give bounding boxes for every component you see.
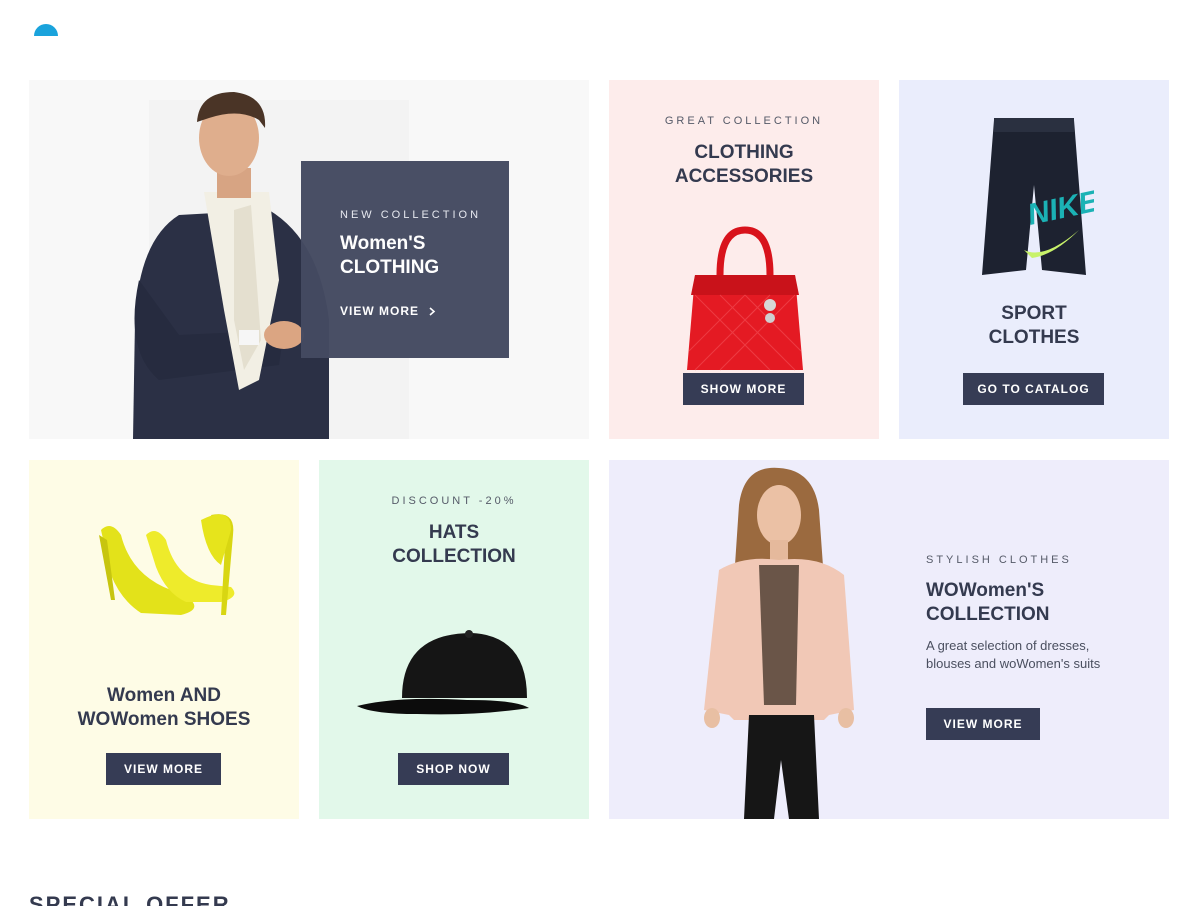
title-line-1: Women'S [340, 233, 426, 254]
card-title: HATS COLLECTION [319, 521, 589, 569]
logo-icon[interactable] [34, 24, 58, 36]
description-line-1: A great selection of dresses, [926, 638, 1090, 653]
yellow-heels-image [99, 514, 235, 615]
card-title: WOWomen'S COLLECTION [926, 579, 1156, 627]
view-more-button[interactable]: VIEW MORE [926, 708, 1040, 740]
description-line-2: blouses and woWomen's suits [926, 656, 1101, 671]
chevron-right-icon [429, 306, 436, 316]
promo-card-accessories: GREAT COLLECTION CLOTHING ACCESSORIES SH… [609, 80, 879, 439]
card-title: CLOTHING ACCESSORIES [609, 141, 879, 189]
promo-card-hats: DISCOUNT -20% HATS COLLECTION SHOP NOW [319, 460, 589, 819]
collection-text-block: STYLISH CLOTHES WOWomen'S COLLECTION A g… [926, 554, 1156, 673]
special-offer-heading: SPECIAL OFFER [29, 892, 231, 906]
promo-card-shoes: Women AND WOWomen SHOES VIEW MORE [29, 460, 299, 819]
sport-shorts-image: NIKE [982, 118, 1094, 275]
title-line-1: Women AND [107, 685, 221, 706]
view-more-label: VIEW MORE [340, 304, 420, 318]
view-more-link[interactable]: VIEW MORE [340, 304, 509, 318]
go-to-catalog-button[interactable]: GO TO CATALOG [963, 373, 1104, 405]
promo-card-womens-collection: STYLISH CLOTHES WOWomen'S COLLECTION A g… [609, 460, 1169, 819]
title-line-1: SPORT [1001, 303, 1067, 324]
eyebrow-great-collection: GREAT COLLECTION [664, 115, 824, 127]
card-title: SPORT CLOTHES [899, 302, 1169, 350]
promo-card-sport-clothes: NIKE SPORT CLOTHES GO TO CATALOG [899, 80, 1169, 439]
card-title: Women'S CLOTHING [340, 232, 509, 280]
title-line-2: ACCESSORIES [674, 166, 814, 187]
card-title: Women AND WOWomen SHOES [29, 684, 299, 732]
eyebrow-new-collection: NEW COLLECTION [340, 209, 482, 221]
title-line-1: WOWomen'S [926, 580, 1045, 601]
view-more-button[interactable]: VIEW MORE [106, 753, 221, 785]
red-handbag-image [687, 226, 803, 371]
shop-now-button[interactable]: SHOP NOW [398, 753, 509, 785]
collection-description: A great selection of dresses, blouses an… [926, 637, 1156, 673]
title-line-2: COLLECTION [392, 546, 516, 567]
woman-in-coat-image [704, 467, 854, 819]
eyebrow-stylish-clothes: STYLISH CLOTHES [926, 554, 1072, 566]
collection-overlay-box: NEW COLLECTION Women'S CLOTHING VIEW MOR… [301, 161, 509, 358]
show-more-button[interactable]: SHOW MORE [683, 373, 804, 405]
title-line-2: WOWomen SHOES [77, 709, 251, 730]
eyebrow-discount: DISCOUNT -20% [391, 495, 517, 507]
promo-card-womens-clothing: NEW COLLECTION Women'S CLOTHING VIEW MOR… [29, 80, 589, 439]
title-line-2: CLOTHES [988, 327, 1080, 348]
title-line-1: CLOTHING [694, 142, 794, 163]
title-line-2: CLOTHING [340, 257, 440, 278]
title-line-2: COLLECTION [926, 604, 1050, 625]
title-line-1: HATS [428, 522, 480, 543]
black-cap-image [357, 630, 529, 715]
